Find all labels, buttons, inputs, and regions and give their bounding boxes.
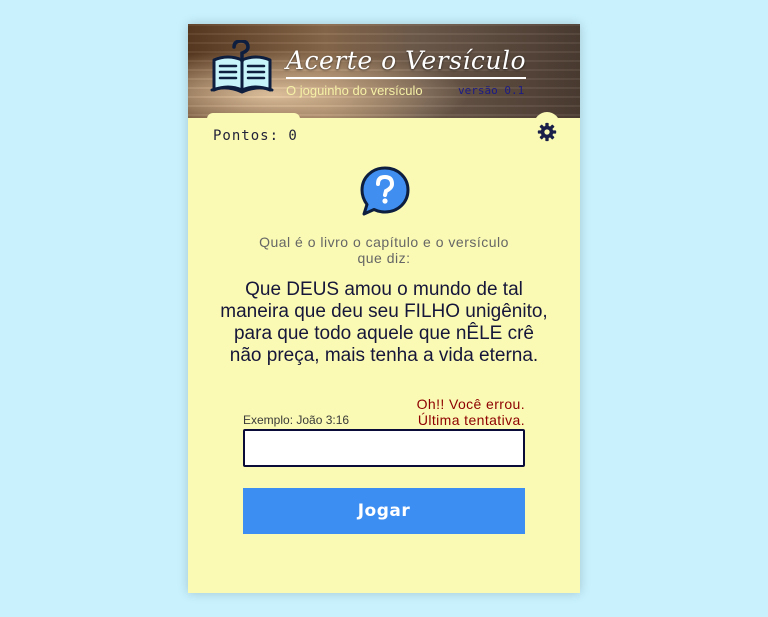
app-subtitle: O joguinho do versículo	[286, 83, 423, 98]
gear-icon	[537, 122, 557, 142]
app-title: Acerte o Versículo	[286, 46, 527, 79]
app-version: versão 0.1	[458, 84, 525, 97]
open-book-question-icon	[210, 40, 274, 94]
verse-text: Que DEUS amou o mundo de tal maneira que…	[220, 279, 548, 366]
speech-bubble-question-icon	[360, 166, 410, 216]
score-display: Pontos: 0	[213, 128, 298, 144]
play-button[interactable]: Jogar	[243, 488, 525, 534]
settings-button[interactable]	[537, 122, 557, 142]
answer-input[interactable]	[243, 429, 525, 467]
question-prompt: Qual é o livro o capítulo e o versículo …	[259, 234, 509, 266]
feedback-message: Oh!! Você errou. Última tentativa.	[388, 396, 525, 428]
answer-input-label: Exemplo: João 3:16	[243, 413, 350, 427]
header-banner: Acerte o Versículo O joguinho do versícu…	[188, 24, 580, 118]
game-card: Acerte o Versículo O joguinho do versícu…	[188, 24, 580, 593]
feedback-line-2: Última tentativa.	[417, 412, 525, 428]
feedback-line-1: Oh!! Você errou.	[416, 396, 525, 412]
